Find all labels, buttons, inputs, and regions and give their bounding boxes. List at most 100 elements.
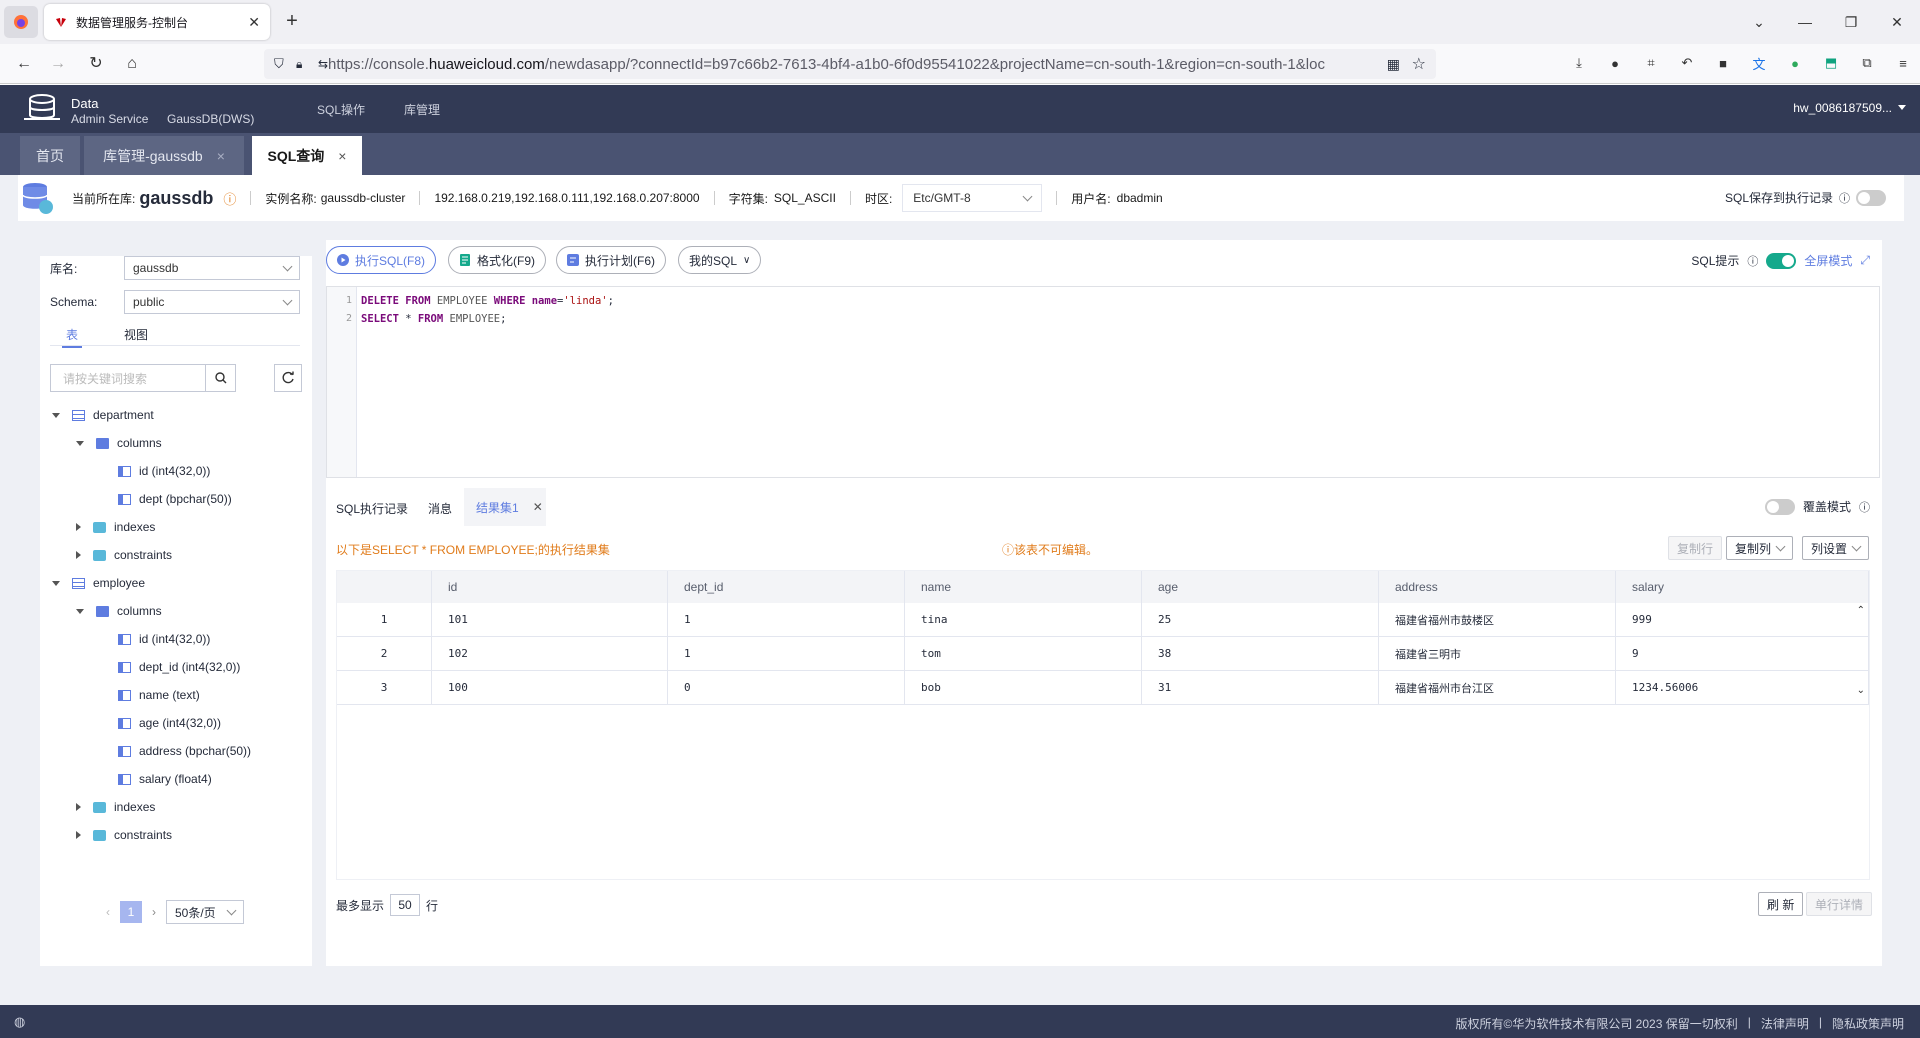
- tab-tables[interactable]: 表: [62, 326, 83, 348]
- tree-column[interactable]: id (int4(32,0)): [118, 630, 210, 648]
- shield-icon[interactable]: ⛉: [274, 56, 284, 72]
- tab-list-chevron-icon[interactable]: ⌄: [1736, 14, 1782, 31]
- download-icon[interactable]: ⤓: [1570, 54, 1588, 72]
- header-address[interactable]: address: [1379, 571, 1616, 603]
- tree-indexes[interactable]: indexes: [76, 798, 155, 816]
- tree-table-employee[interactable]: employee: [52, 574, 145, 592]
- row-detail-button[interactable]: 单行详情: [1806, 892, 1873, 916]
- max-rows-input[interactable]: 50: [390, 894, 421, 916]
- privacy-link[interactable]: 隐私政策声明: [1832, 1015, 1904, 1032]
- close-window-icon[interactable]: ✕: [1874, 14, 1920, 31]
- help-icon[interactable]: ⓘ: [1859, 499, 1870, 515]
- tab-messages[interactable]: 消息: [428, 500, 452, 517]
- tree-column[interactable]: dept_id (int4(32,0)): [118, 658, 240, 676]
- tree-column[interactable]: name (text): [118, 686, 200, 704]
- format-button[interactable]: 格式化(F9): [448, 246, 546, 274]
- browser-tab-active[interactable]: 数据管理服务-控制台 ✕: [44, 4, 270, 40]
- nav-db-management[interactable]: 库管理: [404, 101, 440, 118]
- lock-icon[interactable]: 🔒︎: [296, 57, 302, 72]
- tree-columns[interactable]: columns: [76, 434, 162, 452]
- overwrite-mode-toggle[interactable]: [1764, 498, 1795, 515]
- nav-sql-ops[interactable]: SQL操作: [317, 101, 365, 118]
- page-current[interactable]: 1: [120, 901, 142, 923]
- extensions-puzzle-icon[interactable]: ⧉: [1858, 54, 1876, 72]
- execute-sql-button[interactable]: 执行SQL(F8): [326, 246, 437, 274]
- tree-columns[interactable]: columns: [76, 602, 162, 620]
- tree-constraints[interactable]: constraints: [76, 546, 172, 564]
- schema-select[interactable]: public: [124, 290, 300, 314]
- new-tab-button[interactable]: +: [280, 10, 304, 34]
- tree-column[interactable]: salary (float4): [118, 770, 212, 788]
- fullscreen-button[interactable]: 全屏模式: [1804, 252, 1852, 269]
- legal-link[interactable]: 法律声明: [1761, 1015, 1809, 1032]
- search-input[interactable]: 请按关键词搜索: [51, 370, 205, 387]
- copy-column-dropdown[interactable]: 复制列: [1726, 536, 1794, 560]
- search-button[interactable]: [205, 365, 235, 391]
- header-age[interactable]: age: [1142, 571, 1379, 603]
- table-row[interactable]: 1 101 1 tina 25 福建省福州市鼓楼区 999: [337, 603, 1869, 637]
- extension-dark-icon[interactable]: ■: [1714, 54, 1732, 72]
- account-icon[interactable]: ●: [1606, 54, 1624, 72]
- translate-icon[interactable]: 文: [1750, 54, 1768, 72]
- close-icon[interactable]: ×: [338, 148, 346, 164]
- header-id[interactable]: id: [432, 571, 668, 603]
- sql-hint-toggle[interactable]: [1766, 252, 1797, 269]
- explain-plan-button[interactable]: 执行计划(F6): [556, 246, 666, 274]
- sql-editor[interactable]: 1 2 DELETE FROM EMPLOYEE WHERE name='lin…: [326, 286, 1880, 478]
- user-menu[interactable]: hw_0086187509...: [1793, 101, 1892, 115]
- header-name[interactable]: name: [905, 571, 1142, 603]
- tree-column[interactable]: age (int4(32,0)): [118, 714, 221, 732]
- tree-column[interactable]: id (int4(32,0)): [118, 462, 210, 480]
- close-icon[interactable]: ✕: [533, 500, 543, 514]
- extension-teal-icon[interactable]: ⬒: [1822, 54, 1840, 72]
- header-dept-id[interactable]: dept_id: [668, 571, 905, 603]
- tab-home[interactable]: 首页: [20, 136, 80, 175]
- sql-code[interactable]: DELETE FROM EMPLOYEE WHERE name='linda';…: [357, 287, 618, 477]
- save-history-toggle[interactable]: [1856, 189, 1886, 206]
- caret-down-icon[interactable]: [1898, 105, 1906, 110]
- next-page-icon[interactable]: ›: [152, 905, 156, 919]
- minimize-icon[interactable]: —: [1782, 14, 1828, 30]
- screenshot-icon[interactable]: ⌗: [1642, 54, 1660, 72]
- undo-icon[interactable]: ↶: [1678, 54, 1696, 72]
- tree-table-department[interactable]: department: [52, 406, 154, 424]
- tree-indexes[interactable]: indexes: [76, 518, 155, 536]
- page-size-select[interactable]: 50条/页: [166, 900, 244, 924]
- tree-column[interactable]: address (bpchar(50)): [118, 742, 251, 760]
- db-select[interactable]: gaussdb: [124, 256, 300, 280]
- fullscreen-icon[interactable]: ⤢: [1860, 253, 1870, 268]
- close-icon[interactable]: ×: [217, 148, 225, 164]
- help-icon[interactable]: ⓘ: [1839, 190, 1850, 206]
- refresh-tree-button[interactable]: [274, 364, 302, 392]
- close-tab-icon[interactable]: ✕: [248, 14, 260, 31]
- forward-icon[interactable]: →: [48, 54, 68, 74]
- home-icon[interactable]: ⌂: [122, 54, 142, 74]
- refresh-button[interactable]: 刷 新: [1758, 892, 1804, 916]
- tree-column[interactable]: dept (bpchar(50)): [118, 490, 232, 508]
- prev-page-icon[interactable]: ‹: [106, 905, 110, 919]
- tab-sql-history[interactable]: SQL执行记录: [336, 500, 408, 517]
- header-salary[interactable]: salary: [1616, 571, 1869, 603]
- tab-views[interactable]: 视图: [124, 326, 148, 343]
- bookmark-star-icon[interactable]: ☆: [1412, 54, 1426, 74]
- scroll-down-icon[interactable]: ⌄: [1857, 685, 1865, 696]
- my-sql-dropdown[interactable]: 我的SQL ∨: [678, 246, 762, 274]
- tab-db-management[interactable]: 库管理-gaussdb ×: [84, 136, 244, 175]
- firefox-menu-button[interactable]: [4, 6, 38, 38]
- table-row[interactable]: 2 102 1 tom 38 福建省三明市 9: [337, 637, 1869, 671]
- extension-green-icon[interactable]: ●: [1786, 54, 1804, 72]
- reload-icon[interactable]: ↻: [86, 54, 106, 74]
- table-row[interactable]: 3 100 0 bob 31 福建省福州市台江区 1234.56006: [337, 671, 1869, 705]
- help-icon[interactable]: ⓘ: [1747, 253, 1758, 269]
- restore-icon[interactable]: ❐: [1828, 14, 1874, 31]
- timezone-select[interactable]: Etc/GMT-8: [902, 184, 1043, 212]
- tab-sql-query[interactable]: SQL查询 ×: [252, 136, 362, 175]
- column-settings-dropdown[interactable]: 列设置: [1802, 536, 1870, 560]
- globe-icon[interactable]: ◍: [14, 1014, 25, 1030]
- scroll-up-icon[interactable]: ⌃: [1857, 605, 1865, 616]
- tree-constraints[interactable]: constraints: [76, 826, 172, 844]
- app-menu-icon[interactable]: ≡: [1894, 54, 1912, 72]
- address-bar[interactable]: ⛉ 🔒︎ ⇆ https://console.huaweicloud.com/n…: [264, 49, 1436, 79]
- copy-row-button[interactable]: 复制行: [1668, 536, 1723, 560]
- qr-code-icon[interactable]: ▦: [1387, 56, 1400, 73]
